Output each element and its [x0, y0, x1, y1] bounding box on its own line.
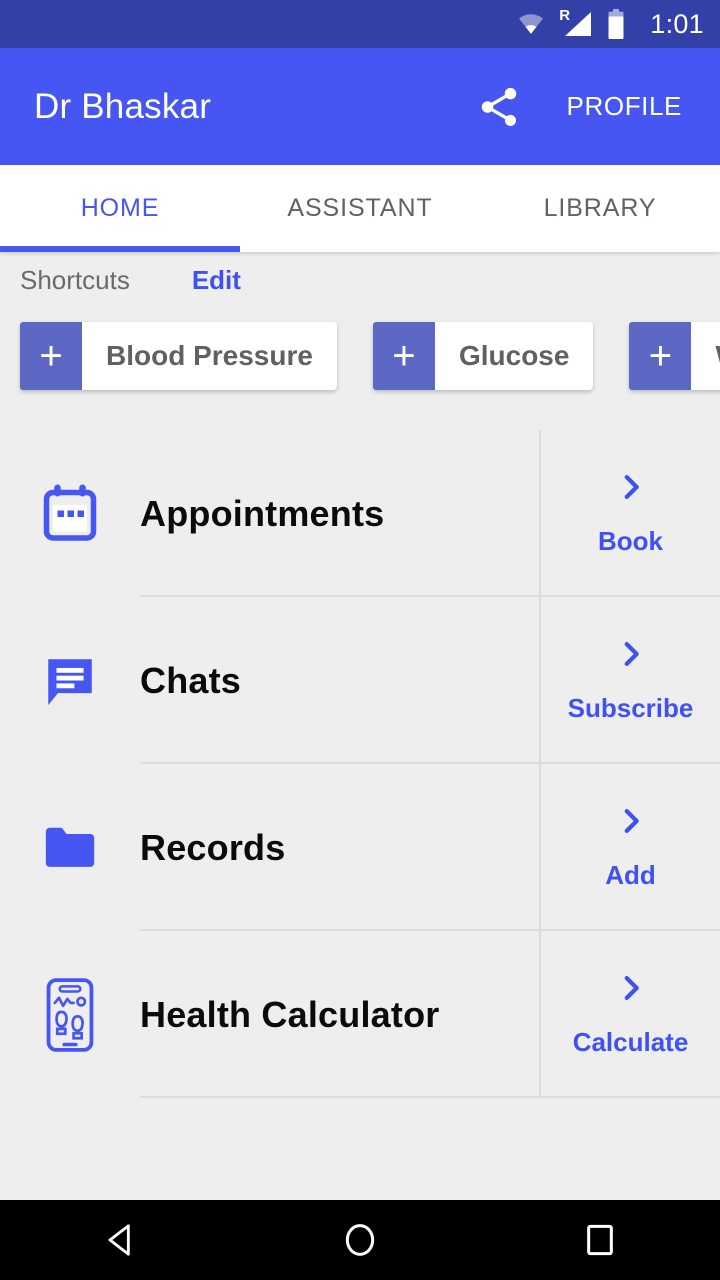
shortcut-chip-label: W: [691, 322, 720, 390]
feature-row-appointments[interactable]: Appointments Book: [0, 430, 720, 597]
battery-icon: [608, 9, 624, 39]
recents-icon: [587, 1224, 613, 1256]
profile-button[interactable]: PROFILE: [553, 81, 696, 132]
home-content: Shortcuts Edit + Blood Pressure + Glucos…: [0, 252, 720, 1200]
home-button[interactable]: [312, 1200, 408, 1280]
chevron-right-icon: [624, 975, 639, 1001]
edit-shortcuts-link[interactable]: Edit: [192, 265, 241, 296]
status-bar: R 1:01: [0, 0, 720, 48]
feature-action-label: Subscribe: [567, 693, 694, 723]
plus-icon: +: [20, 322, 82, 390]
back-icon: [108, 1224, 130, 1256]
feature-action-label: Book: [598, 526, 663, 556]
feature-action-label: Add: [605, 860, 656, 890]
feature-title: Health Calculator: [140, 993, 440, 1035]
feature-row-records[interactable]: Records Add: [0, 764, 720, 931]
shortcut-chip-glucose[interactable]: + Glucose: [372, 322, 594, 390]
plus-icon: +: [372, 322, 435, 390]
back-button[interactable]: [72, 1200, 168, 1280]
health-phone-icon: [0, 931, 140, 1098]
shortcut-chip-blood-pressure[interactable]: + Blood Pressure: [20, 322, 337, 390]
shortcut-chip-label: Glucose: [458, 340, 570, 371]
home-icon: [345, 1224, 375, 1256]
chevron-right-icon: [624, 641, 639, 667]
app-bar: Dr Bhaskar PROFILE: [0, 48, 720, 165]
plus-icon: +: [629, 322, 692, 390]
tab-assistant[interactable]: ASSISTANT: [240, 165, 480, 252]
shortcut-chips-row[interactable]: + Blood Pressure + Glucose + W: [0, 308, 720, 408]
status-bar-clock: 1:01: [650, 8, 704, 39]
feature-action-book[interactable]: Book: [539, 430, 720, 597]
feature-row-health-calculator[interactable]: Health Calculator Calculate: [0, 931, 720, 1098]
shortcut-chip-label: Blood Pressure: [106, 340, 313, 371]
share-icon: [481, 87, 516, 126]
feature-action-calculate[interactable]: Calculate: [539, 931, 720, 1098]
shortcut-chip-partial[interactable]: + W: [629, 322, 720, 390]
calendar-icon: [0, 430, 140, 597]
feature-title: Records: [140, 826, 286, 868]
app-screen: R 1:01 Dr Bhaskar PROFILE HOME ASSISTANT: [0, 0, 720, 1280]
feature-list: Appointments Book Chats Subscribe Record…: [0, 430, 720, 1098]
chevron-right-icon: [624, 474, 639, 500]
feature-action-add[interactable]: Add: [539, 764, 720, 931]
share-button[interactable]: [467, 75, 531, 139]
status-bar-icons: R 1:01: [514, 7, 704, 40]
tab-library[interactable]: LIBRARY: [480, 165, 720, 252]
feature-row-chats[interactable]: Chats Subscribe: [0, 597, 720, 764]
roaming-signal-icon: R: [559, 7, 595, 38]
android-nav-bar: [0, 1200, 720, 1280]
shortcuts-header: Shortcuts Edit: [0, 252, 720, 308]
chevron-right-icon: [624, 808, 639, 834]
feature-title: Chats: [140, 659, 242, 701]
chat-bubble-icon: [0, 597, 140, 764]
app-title: Dr Bhaskar: [34, 86, 212, 126]
feature-action-label: Calculate: [572, 1027, 689, 1057]
wifi-icon: [519, 14, 544, 34]
tab-bar: HOME ASSISTANT LIBRARY: [0, 165, 720, 252]
recents-button[interactable]: [552, 1200, 648, 1280]
feature-title: Appointments: [140, 492, 385, 534]
tab-home[interactable]: HOME: [0, 165, 240, 252]
feature-action-subscribe[interactable]: Subscribe: [539, 597, 720, 764]
shortcuts-title: Shortcuts: [20, 264, 130, 295]
folder-icon: [0, 764, 140, 931]
